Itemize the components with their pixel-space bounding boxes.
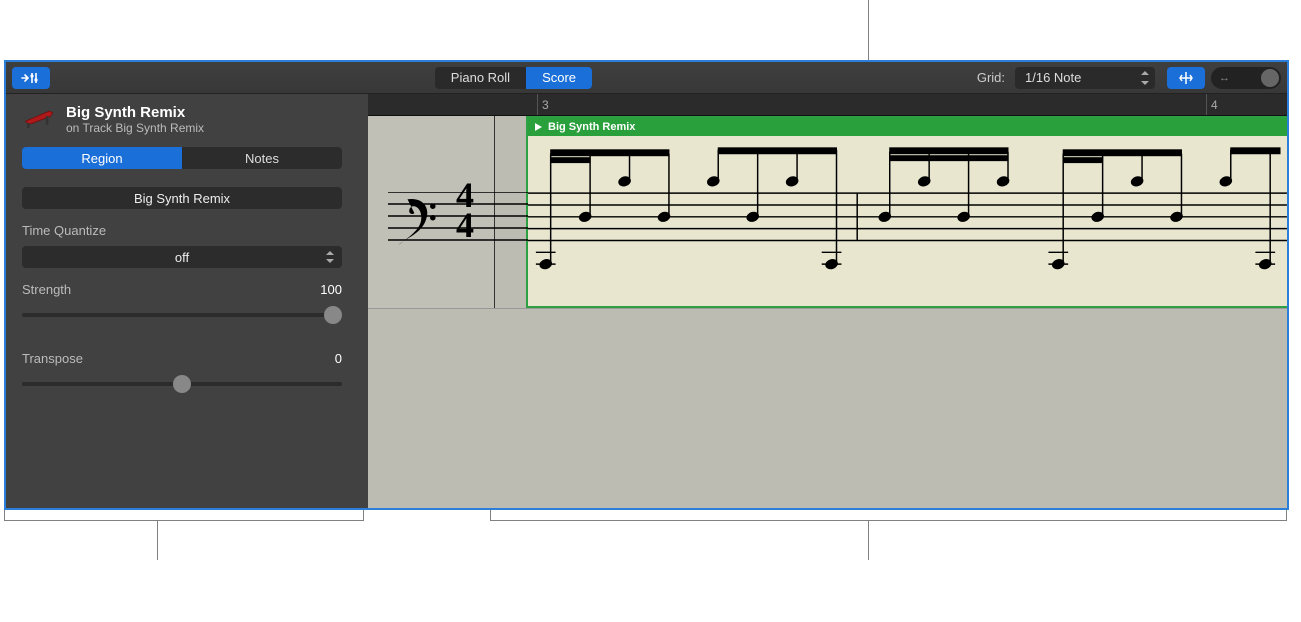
inspector-tabs: Region Notes <box>22 147 342 169</box>
transpose-slider[interactable] <box>22 374 342 394</box>
region-name-field[interactable]: Big Synth Remix <box>22 187 342 209</box>
play-icon <box>532 121 544 133</box>
view-mode-segmented: Piano Roll Score <box>435 67 592 89</box>
inspector-toggle-button[interactable] <box>12 67 50 89</box>
track-header: Big Synth Remix on Track Big Synth Remix <box>22 104 352 135</box>
tab-region[interactable]: Region <box>22 147 182 169</box>
score-editor-window: Piano Roll Score Grid: 1/16 Note ↔ <box>4 60 1289 510</box>
staff-lines-prefix <box>388 192 528 252</box>
empty-score-area <box>368 308 1287 508</box>
slider-thumb[interactable] <box>324 306 342 324</box>
grid-select-value: 1/16 Note <box>1025 70 1081 85</box>
callout-line-top <box>868 0 869 60</box>
track-subtitle: on Track Big Synth Remix <box>66 121 204 135</box>
transpose-label: Transpose <box>22 351 83 366</box>
time-ruler[interactable]: 3 4 <box>368 94 1287 116</box>
callout-bracket-inspector <box>4 520 364 521</box>
tab-score[interactable]: Score <box>526 67 592 89</box>
slider-thumb[interactable] <box>173 375 191 393</box>
score-area: 3 4 4 4 <box>368 94 1287 508</box>
instrument-icon <box>22 104 56 130</box>
toggle-knob <box>1261 69 1279 87</box>
ruler-mark-4: 4 <box>1206 94 1218 115</box>
inspector-panel: Big Synth Remix on Track Big Synth Remix… <box>6 94 368 508</box>
tab-notes[interactable]: Notes <box>182 147 342 169</box>
time-quantize-value: off <box>175 250 189 265</box>
strength-slider[interactable] <box>22 305 342 325</box>
callout-line-score <box>868 520 869 560</box>
strength-value: 100 <box>320 282 342 297</box>
link-toggle[interactable]: ↔ <box>1211 67 1281 89</box>
editor-toolbar: Piano Roll Score Grid: 1/16 Note ↔ <box>6 62 1287 94</box>
ruler-mark-3: 3 <box>537 94 549 115</box>
link-arrows-icon: ↔ <box>1219 72 1230 84</box>
slider-track <box>22 313 342 317</box>
strength-label: Strength <box>22 282 71 297</box>
midi-region[interactable]: Big Synth Remix <box>526 116 1287 308</box>
region-title: Big Synth Remix <box>548 121 635 133</box>
catch-playhead-button[interactable] <box>1167 67 1205 89</box>
region-header[interactable]: Big Synth Remix <box>528 118 1287 136</box>
tab-piano-roll[interactable]: Piano Roll <box>435 67 526 89</box>
grid-label: Grid: <box>977 70 1005 85</box>
transpose-value: 0 <box>335 351 342 366</box>
score-canvas[interactable]: 4 4 Big Synth Remix <box>368 116 1287 508</box>
music-notation <box>528 136 1287 306</box>
time-quantize-label: Time Quantize <box>22 223 352 238</box>
track-title: Big Synth Remix <box>66 104 204 121</box>
callout-line-inspector <box>157 520 158 560</box>
callout-bracket-score <box>490 520 1287 521</box>
grid-select[interactable]: 1/16 Note <box>1015 67 1155 89</box>
time-quantize-select[interactable]: off <box>22 246 342 268</box>
